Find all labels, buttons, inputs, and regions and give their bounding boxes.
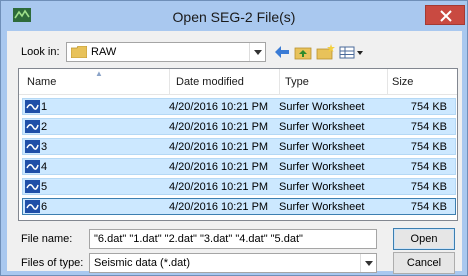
filetype-label: Files of type: — [21, 257, 84, 269]
file-size: 754 KB — [410, 121, 447, 133]
file-name: 3 — [41, 141, 48, 153]
dialog-body: Look in: RAW ▲ Name Date modified Type S… — [7, 31, 462, 274]
file-row[interactable]: 6 4/20/2016 10:21 PM Surfer Worksheet 75… — [22, 198, 456, 215]
file-name: 2 — [41, 121, 48, 133]
file-date: 4/20/2016 10:21 PM — [169, 181, 269, 193]
file-row[interactable]: 4 4/20/2016 10:21 PM Surfer Worksheet 75… — [22, 158, 456, 175]
file-row[interactable]: 3 4/20/2016 10:21 PM Surfer Worksheet 75… — [22, 138, 456, 155]
file-size: 754 KB — [410, 181, 447, 193]
back-icon[interactable] — [272, 42, 292, 62]
chevron-down-icon[interactable] — [360, 254, 376, 272]
new-folder-icon[interactable] — [316, 42, 336, 62]
title-bar[interactable]: Open SEG-2 File(s) — [1, 1, 467, 31]
worksheet-icon — [25, 120, 40, 133]
worksheet-icon — [25, 180, 40, 193]
file-name: 1 — [41, 101, 48, 113]
file-date: 4/20/2016 10:21 PM — [169, 141, 269, 153]
file-type: Surfer Worksheet — [279, 121, 365, 133]
file-row[interactable]: 1 4/20/2016 10:21 PM Surfer Worksheet 75… — [22, 98, 456, 115]
close-icon — [440, 10, 452, 22]
file-row[interactable]: 2 4/20/2016 10:21 PM Surfer Worksheet 75… — [22, 118, 456, 135]
file-list[interactable]: ▲ Name Date modified Type Size 1 4/20/20… — [18, 68, 458, 221]
column-divider[interactable] — [387, 69, 388, 95]
column-date-modified[interactable]: Date modified — [176, 76, 244, 88]
filetype-dropdown[interactable]: Seismic data (*.dat) — [89, 253, 377, 273]
file-name: 4 — [41, 161, 48, 173]
column-divider[interactable] — [169, 69, 170, 95]
file-type: Surfer Worksheet — [279, 181, 365, 193]
lookin-label: Look in: — [21, 46, 60, 58]
folder-icon — [71, 46, 87, 58]
up-folder-icon[interactable] — [294, 42, 312, 62]
file-date: 4/20/2016 10:21 PM — [169, 201, 269, 213]
file-type: Surfer Worksheet — [279, 101, 365, 113]
file-name: 5 — [41, 181, 48, 193]
file-date: 4/20/2016 10:21 PM — [169, 121, 269, 133]
filename-input[interactable]: "6.dat" "1.dat" "2.dat" "3.dat" "4.dat" … — [89, 229, 377, 249]
file-size: 754 KB — [410, 101, 447, 113]
close-button[interactable] — [425, 5, 465, 25]
chevron-down-icon[interactable] — [249, 43, 265, 61]
file-size: 754 KB — [410, 161, 447, 173]
filename-label: File name: — [21, 233, 73, 245]
column-size[interactable]: Size — [392, 76, 413, 88]
open-button[interactable]: Open — [393, 228, 455, 250]
file-date: 4/20/2016 10:21 PM — [169, 161, 269, 173]
window-title: Open SEG-2 File(s) — [172, 9, 296, 25]
sort-ascending-icon: ▲ — [95, 69, 103, 78]
file-date: 4/20/2016 10:21 PM — [169, 101, 269, 113]
list-header: ▲ Name Date modified Type Size — [19, 69, 457, 95]
file-name: 6 — [41, 201, 48, 213]
worksheet-icon — [25, 200, 40, 213]
file-type: Surfer Worksheet — [279, 161, 365, 173]
file-row[interactable]: 5 4/20/2016 10:21 PM Surfer Worksheet 75… — [22, 178, 456, 195]
column-type[interactable]: Type — [285, 76, 309, 88]
column-name[interactable]: Name — [27, 76, 56, 88]
lookin-dropdown[interactable]: RAW — [66, 42, 266, 62]
worksheet-icon — [25, 160, 40, 173]
file-type: Surfer Worksheet — [279, 141, 365, 153]
cancel-button[interactable]: Cancel — [393, 252, 455, 274]
view-menu-icon[interactable] — [339, 42, 365, 62]
lookin-value: RAW — [91, 46, 117, 58]
column-divider[interactable] — [279, 69, 280, 95]
worksheet-icon — [25, 100, 40, 113]
open-file-dialog: Open SEG-2 File(s) Look in: RAW ▲ Name D… — [0, 0, 468, 276]
file-size: 754 KB — [410, 141, 447, 153]
file-size: 754 KB — [410, 201, 447, 213]
file-type: Surfer Worksheet — [279, 201, 365, 213]
worksheet-icon — [25, 140, 40, 153]
filetype-value: Seismic data (*.dat) — [94, 257, 190, 269]
